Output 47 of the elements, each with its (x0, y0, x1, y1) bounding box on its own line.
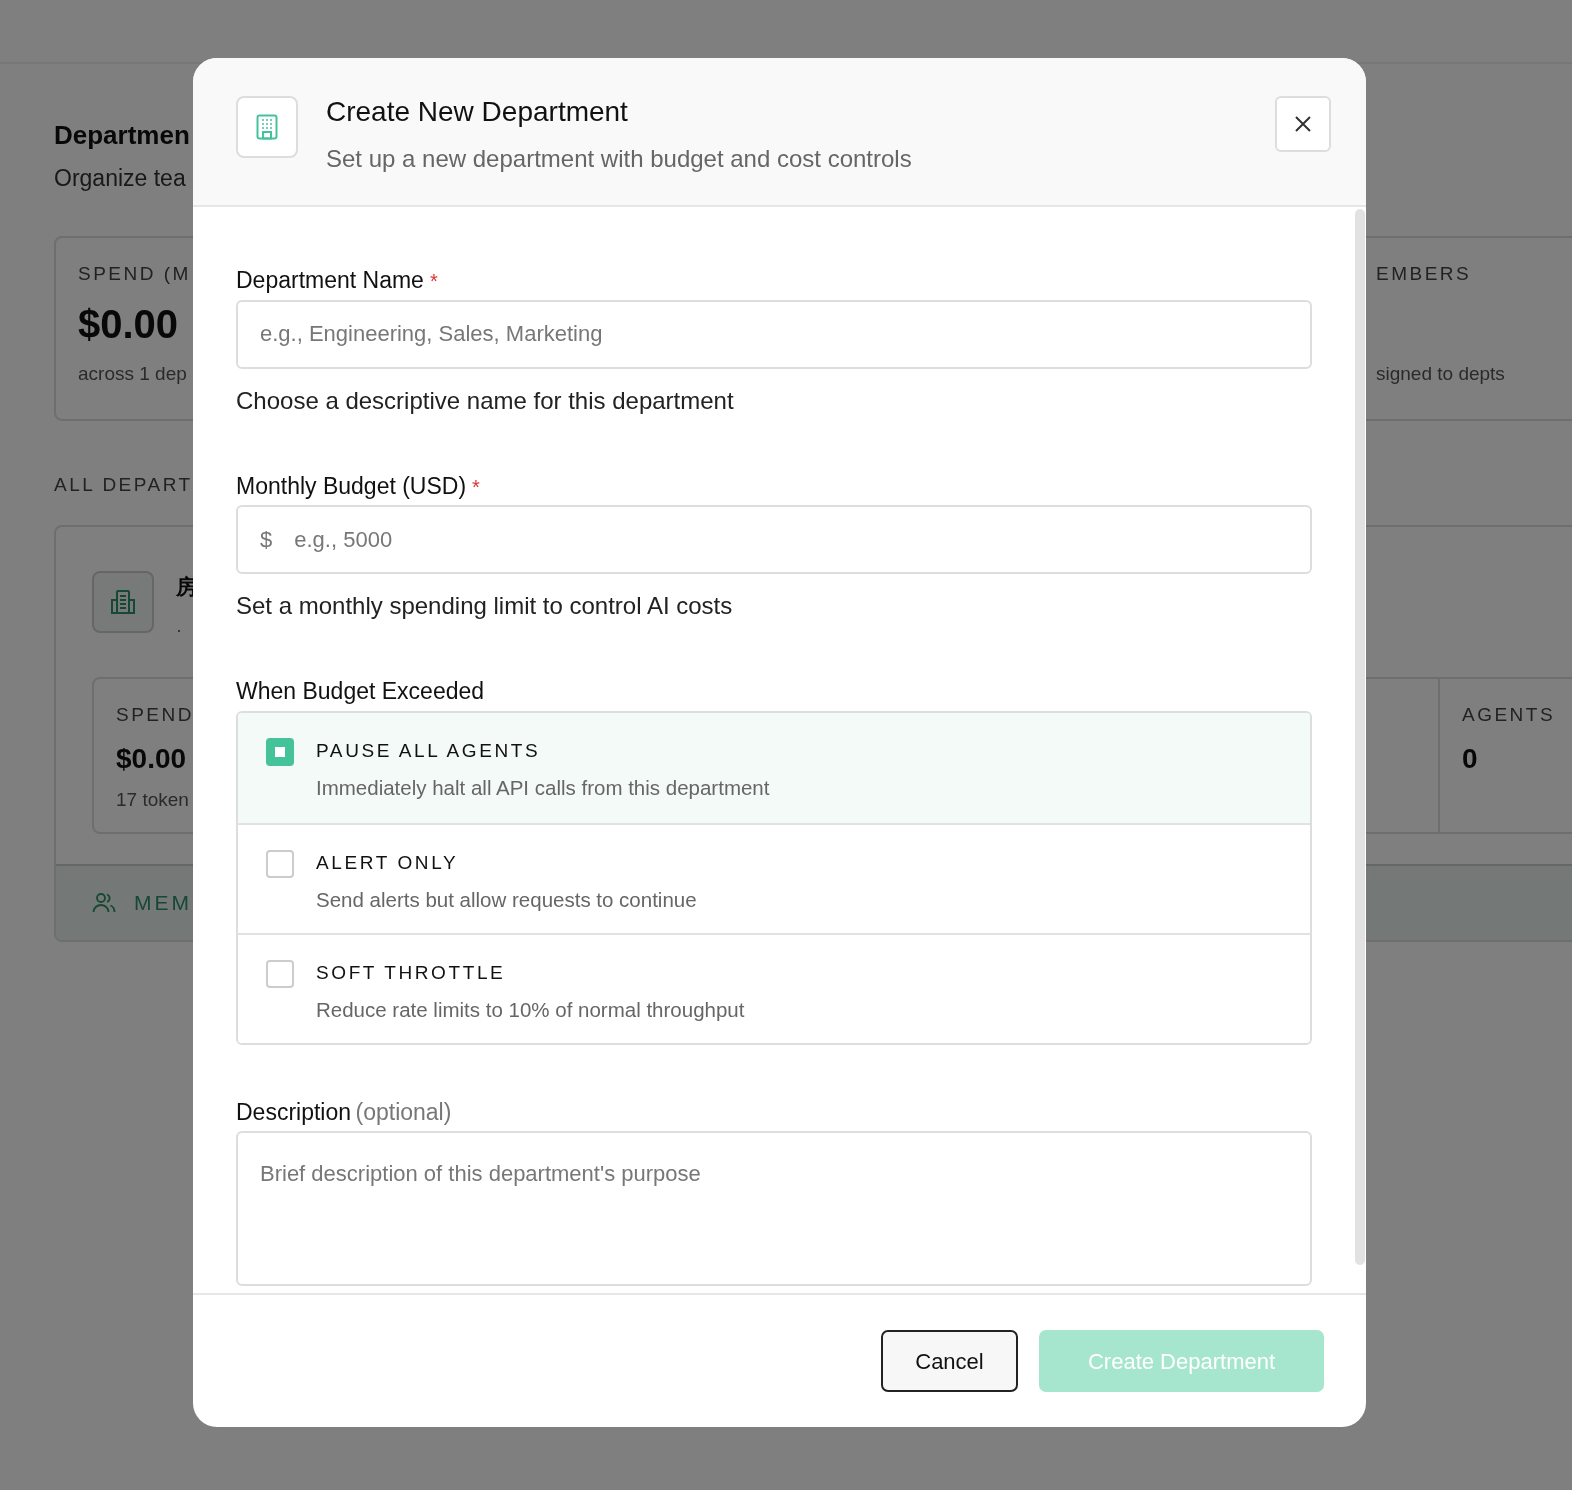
required-mark: * (429, 270, 438, 292)
optional-hint: (optional) (355, 1097, 452, 1127)
budget-input[interactable]: $ e.g., 5000 (236, 505, 1312, 574)
stat-label: SPEND (116, 703, 194, 727)
stat-note: across 1 dep (78, 362, 187, 386)
dialog-subtitle: Set up a new department with budget and cost controls (326, 144, 912, 174)
stat-value: 0 (1462, 741, 1479, 776)
close-icon (1294, 115, 1312, 133)
option-description: Reduce rate limits to 10% of normal throughput (316, 997, 745, 1023)
checkbox[interactable] (266, 959, 294, 988)
close-button[interactable] (1275, 96, 1331, 152)
option-description: Send alerts but allow requests to continue (316, 887, 697, 913)
dialog-title: Create New Department (326, 95, 629, 129)
stat-value: $0.00 (116, 741, 187, 776)
checkbox[interactable] (266, 737, 294, 766)
cancel-button[interactable]: Cancel (881, 1330, 1018, 1392)
stat-note: signed to depts (1376, 362, 1506, 386)
option-row[interactable]: SOFT THROTTLE Reduce rate limits to 10% of normal throughput (238, 932, 1310, 1043)
page-title: Departmen (54, 119, 190, 152)
stat-value: $0.00 (78, 301, 179, 348)
help-text: Choose a descriptive name for this department (236, 385, 734, 416)
field-label: When Budget Exceeded (236, 677, 485, 706)
option-description: Immediately halt all API calls from this department (316, 775, 770, 801)
section-label: ALL DEPART (54, 472, 193, 497)
checkbox[interactable] (266, 849, 294, 878)
building-icon (256, 114, 278, 140)
department-meta: · (176, 618, 183, 642)
required-mark: * (472, 475, 480, 498)
stat-label: EMBERS (1376, 261, 1473, 286)
people-icon (92, 892, 116, 914)
field-label: Description (236, 1097, 352, 1127)
help-text: Set a monthly spending limit to control AI costs (236, 591, 733, 621)
option-title: ALERT ONLY (316, 850, 459, 875)
scrollbar[interactable] (1355, 209, 1365, 1265)
option-row[interactable]: PAUSE ALL AGENTS Immediately halt all API calls from this department (238, 712, 1310, 823)
option-title: PAUSE ALL AGENTS (316, 738, 541, 763)
description-input[interactable]: Brief description of this department's purpose (236, 1131, 1312, 1286)
field-label: Department Name (236, 266, 424, 295)
option-title: SOFT THROTTLE (316, 960, 506, 985)
currency-prefix: $ (260, 526, 273, 554)
building-icon (109, 588, 137, 616)
stat-label: SPEND (M (78, 261, 191, 286)
name-input[interactable]: e.g., Engineering, Sales, Marketing (236, 299, 1312, 369)
page-subtitle: Organize tea (54, 164, 186, 193)
stat-note: 17 token (116, 787, 189, 812)
field-label: Monthly Budget (USD) (236, 471, 467, 501)
stat-label: AGENTS (1462, 703, 1556, 727)
